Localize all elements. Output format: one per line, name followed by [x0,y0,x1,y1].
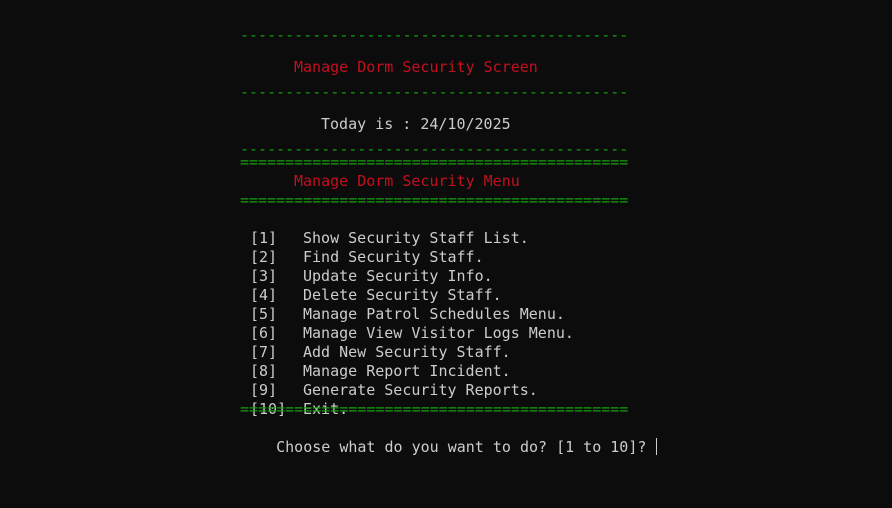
menu-item-3[interactable]: [3] Update Security Info. [240,248,493,285]
screen-title: Manage Dorm Security Screen [294,58,538,76]
menu-item-label: Manage View Visitor Logs Menu. [303,324,574,342]
menu-item-10[interactable]: [10] Exit. [240,381,348,418]
separator-double-bottom: ========================================… [240,400,629,418]
menu-item-label: Update Security Info. [303,267,493,285]
prompt-text: Choose what do you want to do? [1 to 10]… [276,438,656,456]
menu-item-9[interactable]: [9] Generate Security Reports. [240,362,538,399]
menu-item-6[interactable]: [6] Manage View Visitor Logs Menu. [240,305,574,342]
menu-item-label: Show Security Staff List. [303,229,529,247]
menu-item-7[interactable]: [7] Add New Security Staff. [240,324,511,361]
menu-item-label: Generate Security Reports. [303,381,538,399]
menu-item-4[interactable]: [4] Delete Security Staff. [240,267,502,304]
menu-item-8[interactable]: [8] Manage Report Incident. [240,343,511,380]
date-line: Today is : 24/10/2025 [321,115,511,133]
input-prompt-line[interactable]: Choose what do you want to do? [1 to 10]… [240,419,658,456]
menu-item-label: Manage Patrol Schedules Menu. [303,305,565,323]
text-cursor [656,438,658,455]
menu-item-label: Delete Security Staff. [303,286,502,304]
separator-dash-top: ----------------------------------------… [240,26,629,44]
console-window: ----------------------------------------… [0,0,892,508]
menu-item-label: Add New Security Staff. [303,343,511,361]
menu-item-2[interactable]: [2] Find Security Staff. [240,229,484,266]
separator-dash-below-title: ----------------------------------------… [240,83,629,101]
separator-double-below-menu-title: ========================================… [240,191,629,209]
menu-item-5[interactable]: [5] Manage Patrol Schedules Menu. [240,286,565,323]
menu-item-label: Manage Report Incident. [303,362,511,380]
menu-item-1[interactable]: [1] Show Security Staff List. [240,210,529,247]
menu-item-label: Find Security Staff. [303,248,484,266]
separator-double-top: ========================================… [240,153,629,171]
menu-title: Manage Dorm Security Menu [294,172,520,190]
